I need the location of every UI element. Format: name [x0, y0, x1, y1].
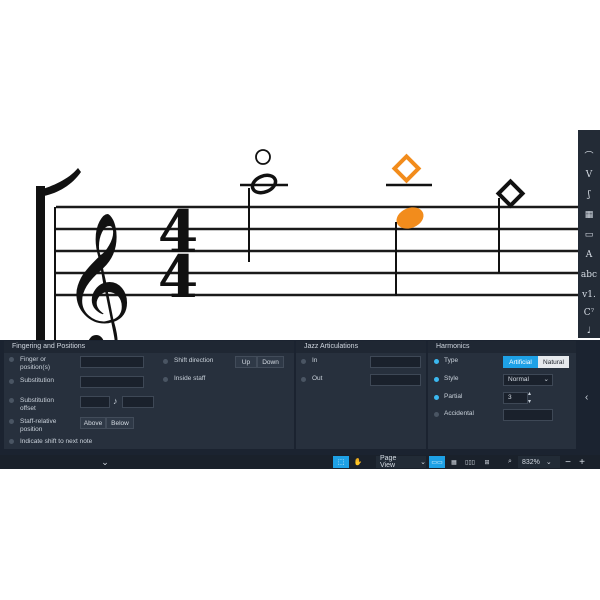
shift-direction-toggle[interactable]: [163, 359, 168, 364]
finger-toggle[interactable]: [9, 357, 14, 362]
staff-relative-toggle[interactable]: [9, 419, 14, 424]
type-label: Type: [444, 357, 459, 364]
chevron-down-icon: ⌄: [545, 459, 552, 466]
chevron-down-icon: ⌄: [543, 376, 549, 383]
selection-tool-icon[interactable]: ⬚: [333, 456, 349, 468]
natural-button[interactable]: Natural: [538, 356, 569, 368]
selected-note-harmonic[interactable]: [386, 153, 432, 296]
comment-icon[interactable]: ▭: [578, 226, 600, 244]
below-button[interactable]: Below: [106, 417, 134, 429]
panel-toggle-chevron-icon[interactable]: ⌄: [100, 456, 110, 468]
score-canvas[interactable]: 𝄞 4 4: [0, 0, 578, 340]
note-icon: ♪: [113, 396, 118, 406]
partial-label: Partial: [444, 393, 463, 400]
above-button[interactable]: Above: [80, 417, 106, 429]
style-dropdown[interactable]: Normal ⌄: [503, 374, 553, 386]
substitution-offset-toggle[interactable]: [9, 398, 14, 403]
staff-relative-label: Staff-relative position: [20, 418, 57, 433]
inside-staff-toggle[interactable]: [163, 377, 168, 382]
slur-icon[interactable]: ⌒: [578, 146, 600, 164]
accidental-toggle[interactable]: [434, 412, 439, 417]
inside-staff-label: Inside staff: [174, 375, 206, 382]
hand-tool-icon[interactable]: ✋: [351, 456, 365, 468]
jazz-in-toggle[interactable]: [301, 359, 306, 364]
zoom-value: 832%: [522, 458, 540, 466]
abc-text-icon[interactable]: abc: [578, 266, 600, 284]
v-flag-icon[interactable]: V: [578, 166, 600, 184]
jazz-out-input[interactable]: [370, 374, 421, 386]
galley-view-icon[interactable]: ▭▭: [429, 456, 445, 468]
ear-icon[interactable]: ʃ: [578, 186, 600, 204]
jazz-in-label: In: [312, 357, 318, 364]
partial-stepper[interactable]: 3: [503, 392, 528, 404]
harmonics-title: Harmonics: [428, 341, 576, 353]
chevron-down-icon: ⌄: [420, 459, 426, 466]
zoom-dropdown[interactable]: 832% ⌄: [518, 456, 560, 468]
substitution-offset-label: Substitution offset: [20, 397, 54, 412]
substitution-label: Substitution: [20, 377, 54, 384]
finger-input[interactable]: [80, 356, 144, 368]
finger-label: Finger or position(s): [20, 356, 50, 371]
jazz-title: Jazz Articulations: [296, 341, 426, 353]
notations-toolbar: ⌒ V ʃ ▦ ▭ A abc v1. C⁷ ♩: [578, 130, 600, 338]
time-signature-bottom: 4: [158, 243, 198, 311]
partial-value: 3: [508, 394, 512, 401]
partial-toggle[interactable]: [434, 395, 439, 400]
indicate-shift-label: Indicate shift to next note: [20, 438, 93, 445]
substitution-input[interactable]: [80, 376, 144, 388]
v1-icon[interactable]: v1.: [578, 286, 600, 304]
type-toggle[interactable]: [434, 359, 439, 364]
chord-c7-icon[interactable]: C⁷: [578, 304, 600, 322]
substitution-offset-input-2[interactable]: [122, 396, 154, 408]
panel-collapse-strip: ‹: [578, 340, 600, 455]
jazz-out-toggle[interactable]: [301, 377, 306, 382]
treble-clef-icon: 𝄞: [62, 212, 133, 340]
down-button[interactable]: Down: [257, 356, 284, 368]
zoom-in-button[interactable]: +: [576, 456, 588, 468]
up-button[interactable]: Up: [235, 356, 257, 368]
style-value: Normal: [508, 376, 529, 383]
view-value: Page View: [380, 455, 397, 469]
tempo-icon[interactable]: ♩: [578, 322, 600, 340]
chevron-left-icon[interactable]: ‹: [585, 392, 588, 403]
substitution-toggle[interactable]: [9, 379, 14, 384]
jazz-out-label: Out: [312, 375, 323, 382]
spreads-icon[interactable]: ▯▯▯: [463, 456, 477, 468]
view-dropdown[interactable]: Page View ⌄: [376, 455, 426, 469]
zoom-out-button[interactable]: −: [562, 456, 574, 468]
grid-view-icon[interactable]: ⊞: [480, 456, 494, 468]
page-arrangement-icon[interactable]: ▦: [447, 456, 461, 468]
indicate-shift-toggle[interactable]: [9, 439, 14, 444]
substitution-offset-input-1[interactable]: [80, 396, 110, 408]
stepper-arrows-icon[interactable]: ▴ ▾: [528, 390, 531, 406]
text-a-icon[interactable]: A: [578, 246, 600, 264]
accidental-input[interactable]: [503, 409, 553, 421]
artificial-button[interactable]: Artificial: [503, 356, 538, 368]
zoom-icon[interactable]: ⌕: [504, 456, 516, 468]
style-label: Style: [444, 375, 459, 382]
fingering-title: Fingering and Positions: [4, 341, 294, 353]
accidental-label: Accidental: [444, 410, 474, 417]
jazz-in-input[interactable]: [370, 356, 421, 368]
style-toggle[interactable]: [434, 377, 439, 382]
shift-direction-label: Shift direction: [174, 357, 214, 364]
note-diamond-harmonic[interactable]: [495, 178, 526, 273]
clapper-icon[interactable]: ▦: [578, 206, 600, 224]
